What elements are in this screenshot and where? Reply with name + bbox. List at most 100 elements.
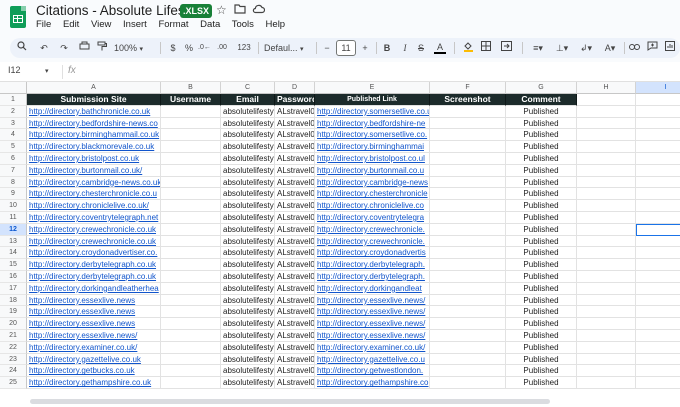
sheets-logo-icon[interactable] <box>10 6 26 28</box>
table-cell[interactable]: http://directory.croydonadvertis <box>315 247 430 260</box>
row-header[interactable]: 10 <box>0 200 27 212</box>
fill-color-icon[interactable] <box>462 41 474 55</box>
table-cell[interactable]: absolutelifestyle <box>221 200 275 212</box>
table-cell[interactable]: http://directory.bedfordshire-news.co <box>27 117 161 130</box>
menu-help[interactable]: Help <box>266 19 286 30</box>
table-cell[interactable]: http://directory.somersetlive.co. <box>315 129 430 142</box>
star-icon[interactable]: ☆ <box>216 3 227 17</box>
row-header[interactable]: 15 <box>0 259 27 271</box>
decimal-increase-icon[interactable]: .00 <box>216 41 228 55</box>
table-cell[interactable] <box>577 353 636 366</box>
table-cell[interactable]: http://directory.gazettelive.co.u <box>315 353 430 366</box>
table-cell[interactable]: http://directory.dorkingandleat <box>315 282 430 295</box>
row-header[interactable]: 22 <box>0 341 27 354</box>
table-cell[interactable] <box>577 200 636 212</box>
menu-data[interactable]: Data <box>200 19 220 30</box>
menu-edit[interactable]: Edit <box>63 19 79 30</box>
currency-button[interactable]: $ <box>168 41 178 55</box>
table-cell[interactable]: absolutelifestyle <box>221 235 275 248</box>
table-cell[interactable] <box>161 306 221 319</box>
table-cell[interactable]: http://directory.cambridge-news.co.uk <box>27 176 161 189</box>
table-cell[interactable] <box>636 342 680 354</box>
row-header[interactable]: 17 <box>0 282 27 295</box>
table-cell[interactable]: absolutelifestyle <box>221 271 275 283</box>
vertical-align-icon[interactable]: ⊥▾ <box>552 41 572 55</box>
table-cell[interactable] <box>636 236 680 248</box>
table-cell[interactable]: http://directory.coventrytelegra <box>315 212 430 224</box>
decrease-font-size-button[interactable]: − <box>322 41 332 55</box>
borders-icon[interactable] <box>480 41 492 55</box>
move-folder-icon[interactable] <box>234 3 246 17</box>
table-cell[interactable]: http://directory.bristolpost.co.ul <box>315 153 430 165</box>
header-cell[interactable] <box>577 94 636 106</box>
table-cell[interactable] <box>430 306 506 319</box>
table-cell[interactable] <box>636 330 680 342</box>
table-cell[interactable]: Published <box>506 318 577 330</box>
table-cell[interactable] <box>636 365 680 378</box>
table-cell[interactable]: http://directory.derbytelegraph. <box>315 259 430 271</box>
row-header[interactable]: 9 <box>0 188 27 201</box>
table-cell[interactable] <box>430 353 506 366</box>
table-cell[interactable]: Published <box>506 353 577 366</box>
table-cell[interactable]: ALstravel01 <box>275 141 315 153</box>
table-cell[interactable]: http://directory.birminghammai <box>315 141 430 153</box>
table-cell[interactable] <box>636 377 680 389</box>
table-cell[interactable] <box>161 330 221 342</box>
row-header[interactable]: 11 <box>0 212 27 224</box>
header-cell[interactable]: Published Link <box>315 94 430 106</box>
header-cell[interactable]: Screenshot <box>430 94 506 106</box>
table-cell[interactable]: http://directory.gethampshire.co <box>315 377 430 389</box>
row-header[interactable]: 20 <box>0 318 27 330</box>
table-cell[interactable] <box>577 247 636 260</box>
table-cell[interactable] <box>577 188 636 201</box>
table-cell[interactable]: http://directory.burtonmail.co.uk/ <box>27 164 161 177</box>
table-cell[interactable]: http://directory.bedfordshire-ne <box>315 117 430 130</box>
table-cell[interactable] <box>636 106 680 118</box>
row-header[interactable]: 23 <box>0 353 27 366</box>
column-header-c[interactable]: C <box>221 82 275 94</box>
table-cell[interactable] <box>636 129 680 142</box>
table-cell[interactable] <box>161 259 221 271</box>
table-cell[interactable]: Published <box>506 341 577 354</box>
table-cell[interactable] <box>430 141 506 153</box>
table-cell[interactable] <box>430 330 506 342</box>
menu-file[interactable]: File <box>36 19 51 30</box>
table-cell[interactable] <box>161 129 221 142</box>
table-cell[interactable] <box>430 294 506 307</box>
table-cell[interactable]: http://directory.chesterchronicle.co.u <box>27 188 161 201</box>
table-cell[interactable] <box>430 365 506 378</box>
table-cell[interactable]: absolutelifestyle <box>221 318 275 330</box>
table-cell[interactable]: ALstravel01 <box>275 341 315 354</box>
table-cell[interactable] <box>577 306 636 319</box>
table-cell[interactable]: absolutelifestyle <box>221 306 275 319</box>
table-cell[interactable]: http://directory.essexlive.news <box>27 306 161 319</box>
table-cell[interactable]: ALstravel01 <box>275 235 315 248</box>
row-header[interactable]: 8 <box>0 176 27 189</box>
increase-font-size-button[interactable]: + <box>360 41 370 55</box>
table-cell[interactable]: http://directory.crewechronicle.co.uk <box>27 235 161 248</box>
table-cell[interactable] <box>430 212 506 224</box>
table-cell[interactable] <box>577 223 636 236</box>
table-cell[interactable] <box>577 294 636 307</box>
table-cell[interactable] <box>577 105 636 118</box>
table-cell[interactable]: http://directory.cambridge-news <box>315 176 430 189</box>
row-header[interactable]: 24 <box>0 365 27 378</box>
table-cell[interactable]: ALstravel01 <box>275 176 315 189</box>
table-cell[interactable] <box>430 200 506 212</box>
table-cell[interactable]: ALstravel01 <box>275 318 315 330</box>
table-cell[interactable]: Published <box>506 306 577 319</box>
table-cell[interactable] <box>636 188 680 201</box>
table-cell[interactable]: absolutelifestyle <box>221 377 275 389</box>
table-cell[interactable]: Published <box>506 200 577 212</box>
row-header[interactable]: 6 <box>0 153 27 165</box>
table-cell[interactable]: http://directory.essexlive.news <box>27 294 161 307</box>
table-cell[interactable]: ALstravel01 <box>275 188 315 201</box>
menu-tools[interactable]: Tools <box>232 19 254 30</box>
row-header[interactable]: 5 <box>0 141 27 153</box>
table-cell[interactable] <box>161 247 221 260</box>
table-cell[interactable] <box>577 164 636 177</box>
horizontal-align-icon[interactable]: ≡▾ <box>528 41 548 55</box>
paint-format-icon[interactable] <box>96 41 108 55</box>
table-cell[interactable] <box>577 282 636 295</box>
table-cell[interactable] <box>577 176 636 189</box>
